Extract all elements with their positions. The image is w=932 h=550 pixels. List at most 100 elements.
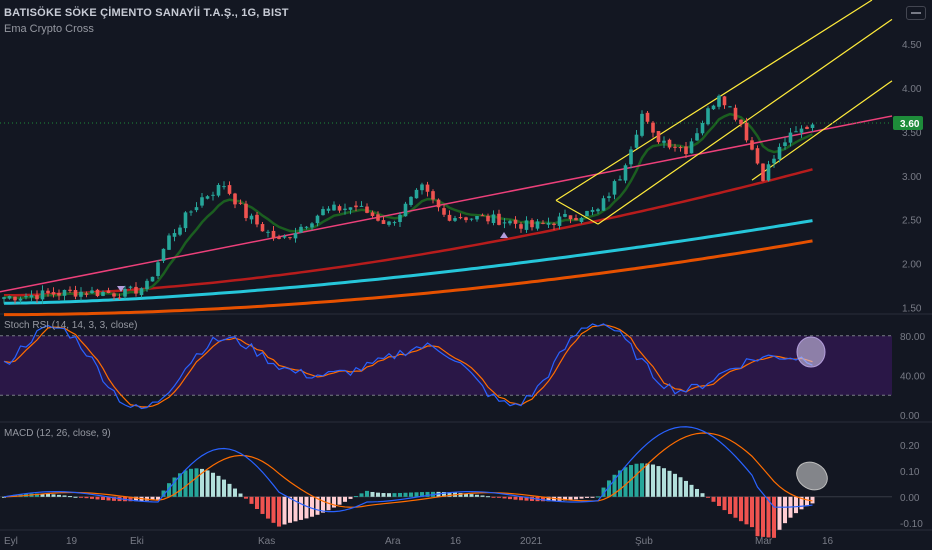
candle-body [277, 237, 281, 239]
macd-histogram-bar [700, 493, 705, 497]
candle-body [744, 122, 749, 141]
candle-body [557, 216, 562, 226]
macd-histogram-bar [101, 496, 105, 501]
candle-body [238, 202, 243, 204]
stoch-axis-label: 80.00 [900, 332, 925, 343]
candle-body [453, 218, 457, 221]
candle-body [601, 198, 606, 211]
macd-histogram-bar [233, 488, 237, 497]
candle-body [722, 96, 727, 106]
candle-body [205, 196, 210, 199]
macd-axis-label: 0.10 [900, 467, 920, 478]
candle-body [117, 297, 122, 299]
candle-body [255, 214, 259, 225]
candle-body [106, 290, 111, 294]
candle-body [161, 248, 166, 261]
candle-body [216, 184, 221, 196]
candle-body [612, 181, 617, 195]
candle-body [178, 227, 182, 235]
symbol-title[interactable]: BATISÖKE SÖKE ÇİMENTO SANAYİİ T.A.Ş., 1G… [4, 7, 289, 19]
candle-body [244, 203, 248, 219]
macd-histogram-bar [68, 496, 72, 498]
candle-body [35, 295, 39, 300]
macd-histogram-bar [634, 463, 639, 497]
time-axis-label: 16 [450, 536, 462, 547]
candle-body [706, 108, 710, 125]
macd-label[interactable]: MACD (12, 26, close, 9) [4, 428, 111, 439]
candle-body [777, 146, 782, 160]
candle-body [260, 224, 265, 232]
candle-body [508, 221, 512, 224]
macd-histogram-bar [387, 493, 391, 497]
stoch-axis-label: 40.00 [900, 371, 925, 382]
price-axis-label: 1.50 [902, 304, 922, 315]
candle-body [425, 184, 430, 192]
macd-histogram-bar [783, 496, 787, 524]
candle-body [222, 186, 226, 188]
candle-body [29, 295, 34, 298]
macd-histogram-bar [579, 496, 584, 499]
macd-histogram-bar [651, 464, 655, 497]
candle-body [491, 214, 496, 223]
macd-histogram-bar [590, 496, 595, 498]
candle-body [315, 215, 320, 224]
candle-body [403, 203, 408, 217]
macd-histogram-bar [288, 496, 292, 523]
macd-line [3, 426, 813, 513]
time-axis-label: 19 [66, 536, 78, 547]
candle-body [101, 292, 105, 296]
macd-histogram-bar [486, 496, 490, 498]
candle-body [447, 214, 452, 221]
signal-marker [500, 232, 508, 238]
macd-histogram-bar [585, 496, 589, 498]
macd-histogram-bar [249, 496, 254, 504]
candle-body [552, 223, 556, 225]
stoch-label[interactable]: Stoch RSI (14, 14, 3, 3, close) [4, 320, 137, 331]
candle-body [123, 288, 127, 297]
candle-body [579, 217, 584, 223]
macd-histogram-bar [772, 496, 776, 538]
stoch-axis-label: 0.00 [900, 411, 920, 422]
candle-body [678, 147, 683, 149]
macd-histogram-bar [513, 496, 518, 500]
candle-body [766, 164, 771, 181]
candle-body [436, 199, 441, 208]
macd-histogram-bar [623, 467, 628, 497]
stoch-highlight-circle [796, 336, 826, 368]
macd-histogram-bar [403, 492, 408, 497]
macd-histogram-bar [90, 496, 94, 499]
stoch-band [0, 335, 892, 396]
candle-body [794, 131, 798, 133]
macd-histogram-bar [343, 496, 347, 502]
candle-body [530, 220, 534, 228]
macd-histogram-bar [706, 496, 710, 498]
candle-body [172, 233, 177, 237]
time-axis-label: Eki [130, 536, 144, 547]
trendline [0, 115, 893, 293]
macd-histogram-bar [596, 496, 600, 498]
candle-body [189, 211, 193, 213]
candle-body [783, 142, 787, 147]
candle-body [40, 290, 45, 300]
candle-body [73, 289, 78, 297]
candle-body [420, 184, 424, 191]
macd-histogram-bar [667, 470, 672, 497]
price-chart[interactable]: 4.504.003.503.002.502.001.503.6080.0040.… [0, 0, 932, 550]
macd-histogram-bar [761, 496, 765, 537]
candle-body [112, 293, 116, 297]
candle-body [211, 194, 215, 196]
macd-histogram-bar [337, 496, 342, 505]
indicator-name[interactable]: Ema Crypto Cross [4, 23, 94, 35]
macd-histogram-bar [645, 463, 650, 497]
candle-body [684, 146, 688, 155]
candle-body [502, 222, 507, 224]
minimize-pane-button[interactable] [906, 6, 926, 20]
candle-body [95, 289, 100, 297]
macd-histogram-bar [310, 496, 314, 517]
candle-body [788, 132, 793, 143]
candle-body [772, 158, 776, 164]
candle-body [541, 222, 545, 224]
candle-body [134, 286, 138, 294]
macd-histogram-bar [480, 495, 485, 497]
candle-body [596, 209, 600, 212]
